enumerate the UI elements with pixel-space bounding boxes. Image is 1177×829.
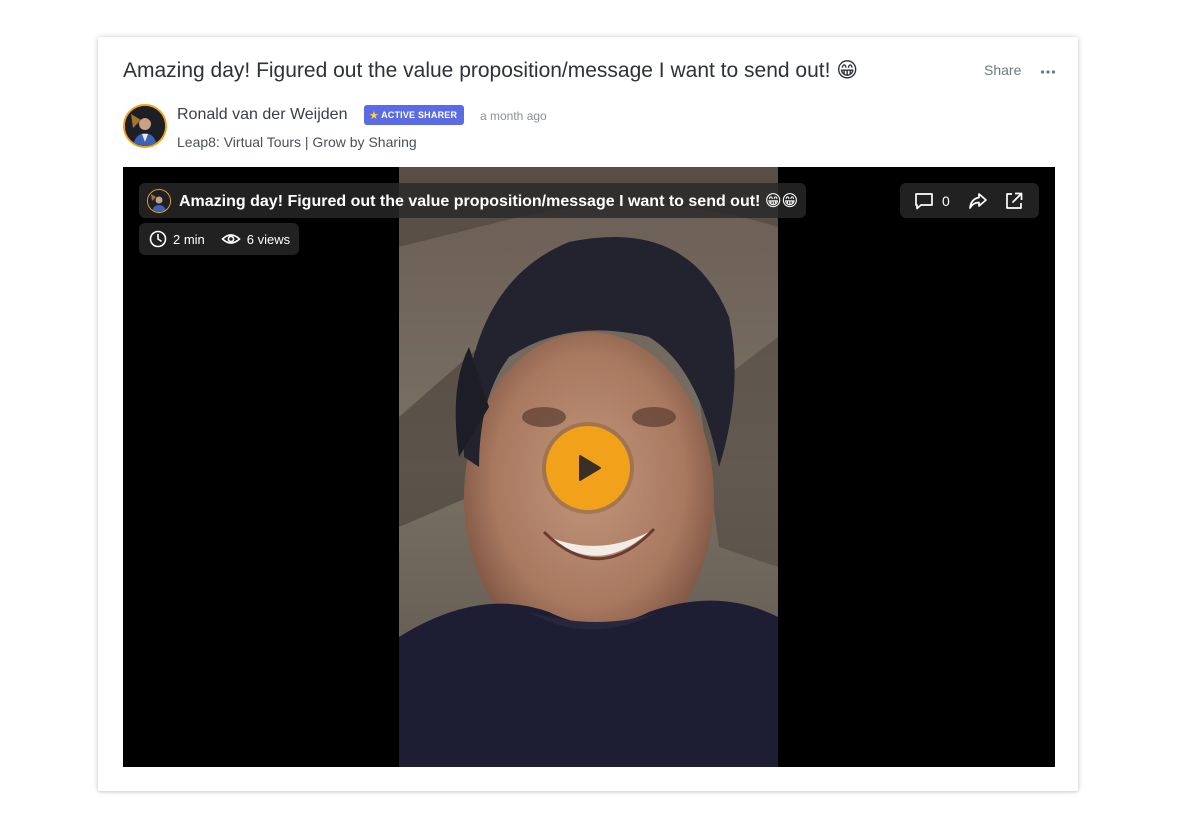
space-name[interactable]: Leap8: Virtual Tours | Grow by Sharing — [177, 134, 417, 150]
more-options-button[interactable] — [1038, 61, 1058, 81]
video-title: Amazing day! Figured out the value propo… — [179, 192, 799, 210]
video-player[interactable]: Amazing day! Figured out the value propo… — [123, 167, 1055, 767]
video-duration: 2 min — [173, 231, 205, 247]
post-title: Amazing day! Figured out the value propo… — [123, 59, 859, 82]
video-title-overlay: Amazing day! Figured out the value propo… — [139, 183, 807, 218]
star-icon: ★ — [369, 109, 380, 122]
comment-icon — [915, 192, 933, 209]
badge-label: ACTIVE SHARER — [381, 110, 458, 120]
external-link-icon — [1005, 192, 1023, 209]
video-actions-overlay: 0 — [900, 183, 1039, 218]
eye-icon — [221, 234, 241, 244]
comment-count: 0 — [942, 192, 950, 209]
video-meta-overlay: 2 min 6 views — [139, 223, 300, 255]
author-avatar[interactable] — [123, 104, 167, 148]
ellipsis-icon — [1040, 70, 1056, 74]
share-button[interactable]: Share — [984, 62, 1021, 78]
post-timestamp[interactable]: a month ago — [480, 109, 547, 123]
author-name[interactable]: Ronald van der Weijden — [177, 106, 347, 124]
comments-button[interactable]: 0 — [914, 191, 968, 211]
active-sharer-badge: ★ ACTIVE SHARER — [364, 105, 465, 125]
clock-icon — [149, 230, 167, 248]
share-video-button[interactable] — [968, 191, 988, 211]
video-views: 6 views — [246, 231, 291, 247]
share-arrow-icon — [968, 192, 987, 209]
play-icon — [579, 455, 601, 481]
play-button[interactable] — [546, 426, 630, 510]
open-external-button[interactable] — [1004, 191, 1024, 211]
video-author-avatar — [147, 188, 171, 213]
post-card: Amazing day! Figured out the value propo… — [98, 37, 1078, 791]
